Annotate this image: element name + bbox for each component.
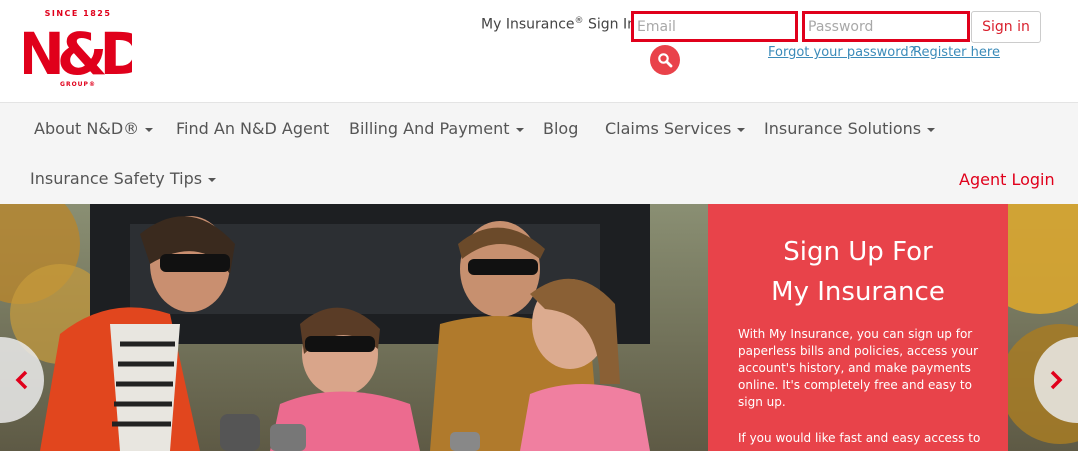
nav-item-safety-tips[interactable]: Insurance Safety Tips — [30, 169, 217, 188]
nav-item-insurance-solutions[interactable]: Insurance Solutions — [764, 119, 936, 138]
nav-item-blog[interactable]: Blog — [543, 119, 578, 138]
promo-title: Sign Up For My Insurance — [771, 237, 945, 307]
caret-down-icon — [515, 127, 524, 132]
logo-tagline-top: SINCE 1825 — [45, 9, 112, 18]
nav-item-about[interactable]: About N&D® — [34, 119, 154, 138]
promo-body-text-2: If you would like fast and easy access t… — [738, 431, 981, 445]
chevron-left-icon — [15, 370, 28, 390]
signup-promo-panel: Sign Up For My Insurance With My Insuran… — [708, 204, 1008, 451]
site-header: SINCE 1825 N&D GROUP® My Insurance® Sign… — [0, 0, 1078, 102]
search-button[interactable] — [650, 45, 680, 75]
email-field[interactable] — [631, 11, 798, 42]
caret-down-icon — [737, 127, 746, 132]
magnifier-icon — [658, 53, 673, 68]
chevron-right-icon — [1050, 370, 1063, 390]
nd-group-logo[interactable]: SINCE 1825 N&D GROUP® — [24, 8, 132, 90]
promo-body-text: With My Insurance, you can sign up for p… — [738, 327, 979, 409]
nav-item-find-agent[interactable]: Find An N&D Agent — [176, 119, 329, 138]
main-navigation: About N&D® Find An N&D Agent Billing And… — [0, 102, 1078, 204]
nav-item-claims[interactable]: Claims Services — [605, 119, 746, 138]
agent-login-link[interactable]: Agent Login — [959, 170, 1055, 189]
logo-monogram: N&D — [24, 20, 132, 88]
signin-label: My Insurance® Sign In: — [481, 16, 641, 33]
caret-down-icon — [208, 177, 217, 182]
logo-graphic: SINCE 1825 N&D GROUP® — [24, 9, 132, 88]
forgot-password-link[interactable]: Forgot your password? — [768, 45, 916, 60]
register-link[interactable]: Register here — [913, 45, 1000, 60]
nav-item-billing[interactable]: Billing And Payment — [349, 119, 524, 138]
password-field[interactable] — [802, 11, 970, 42]
caret-down-icon — [145, 127, 154, 132]
logo-tagline-bottom: GROUP® — [60, 81, 96, 88]
hero-carousel: Sign Up For My Insurance With My Insuran… — [0, 204, 1078, 451]
sign-in-button[interactable]: Sign in — [971, 11, 1041, 43]
caret-down-icon — [927, 127, 936, 132]
